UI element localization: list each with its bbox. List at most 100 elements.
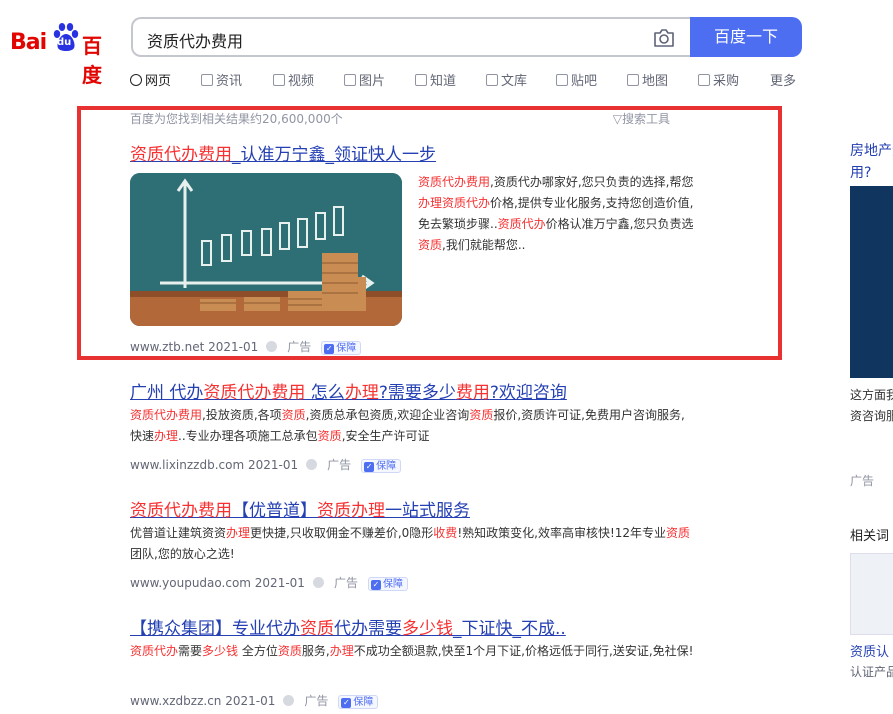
text-segment: !熟知政策变化,效率高审核快!12年专业 — [457, 526, 667, 540]
text-segment: 价格认准万宁鑫,您只负责选 — [545, 217, 694, 231]
text-segment: 【优普道】 — [232, 501, 317, 521]
text-segment: _下证快_不成.. — [453, 619, 566, 639]
tab-images[interactable]: 图片 — [344, 70, 385, 89]
guarantee-badge[interactable]: ✓ 保障 — [367, 577, 408, 591]
info-icon[interactable] — [266, 341, 278, 352]
guarantee-badge[interactable]: ✓ 保障 — [321, 341, 362, 355]
highlight-text: 资质代办费用 — [203, 383, 306, 403]
text-segment: 不成功全额退款,快至1个月下证,价格远低于同行,送安证,免社保! — [353, 644, 694, 658]
filter-icon: ▽ — [612, 112, 622, 126]
info-icon[interactable] — [283, 695, 295, 706]
highlight-text: 资质 — [666, 526, 691, 540]
related-heading: 相关词 — [850, 529, 890, 544]
highlight-text: 资质 — [300, 619, 334, 639]
result-source: www.ztb.net 2021-01 广告 ✓ 保障 — [130, 338, 362, 355]
text-segment: 广州 代办 — [130, 383, 204, 403]
result-title[interactable]: 资质代办费用【优普道】资质办理一站式服务 — [130, 496, 470, 521]
text-segment: ,安全生产许可证 — [341, 429, 430, 443]
related-image[interactable] — [850, 553, 893, 635]
text-segment: _认准万宁鑫_领证快人一步 — [232, 145, 436, 165]
result-source: www.youpudao.com 2021-01 广告 ✓ 保障 — [130, 574, 408, 591]
highlight-text: 办理 — [329, 644, 354, 658]
chart-coins-image — [130, 173, 402, 326]
tab-tieba[interactable]: 贴吧 — [556, 70, 597, 89]
result-source: www.xzdbzz.cn 2021-01 广告 ✓ 保障 — [130, 692, 379, 709]
info-icon[interactable] — [312, 577, 324, 588]
text-segment: ,我们就能帮您.. — [442, 238, 526, 252]
sidebar-ad-title[interactable]: 房地产资质代办费用? — [850, 140, 893, 184]
text-segment: 优普道让建筑资资 — [130, 526, 227, 540]
text-segment: ,资质代办哪家好,您只负责的选择,帮您 — [490, 175, 694, 189]
result-url[interactable]: www.ztb.net 2021-01 — [130, 340, 258, 354]
highlight-text: 办理 — [418, 196, 443, 210]
highlight-text: 收费 — [433, 526, 458, 540]
text-segment: 需要 — [178, 644, 203, 658]
related-subtext: 认证产品体系标准 — [850, 665, 893, 679]
search-input[interactable]: 资质代办费用 — [131, 17, 691, 57]
tab-video[interactable]: 视频 — [273, 70, 314, 89]
text-segment: ..专业办理各项施工总承包 — [178, 429, 318, 443]
tab-zhidao[interactable]: 知道 — [415, 70, 456, 89]
text-segment: 更快捷,只收取佣金不赚差价,0隐形 — [250, 526, 434, 540]
search-icon — [130, 74, 142, 86]
guarantee-badge[interactable]: ✓ 保障 — [338, 695, 379, 709]
tab-wenku[interactable]: 文库 — [486, 70, 527, 89]
check-icon: ✓ — [341, 698, 352, 708]
baidu-logo[interactable]: Bai du 百度 — [10, 20, 115, 87]
tab-web[interactable]: 网页 — [130, 70, 171, 89]
cart-icon — [698, 74, 710, 86]
result-description: 资质代办费用,资质代办哪家好,您只负责的选择,帮您办理资质代办价格,提供专业化服… — [418, 172, 694, 256]
logo-latin: Bai — [10, 30, 47, 55]
tab-purchase[interactable]: 采购 — [698, 70, 739, 89]
result-description: 资质代办需要多少钱 全方位资质服务,办理不成功全额退款,快至1个月下证,价格远低… — [130, 641, 695, 662]
result-source: www.lixinzzdb.com 2021-01 广告 ✓ 保障 — [130, 456, 402, 473]
text-segment: 怎么 — [305, 383, 345, 403]
highlight-text: 办理 — [344, 383, 379, 403]
highlight-text: 办理 — [154, 429, 179, 443]
related-link[interactable]: 资质认 — [850, 641, 889, 660]
result-thumbnail[interactable] — [130, 173, 402, 326]
result-url[interactable]: www.lixinzzdb.com 2021-01 — [130, 458, 298, 472]
highlight-text: 费用 — [455, 383, 490, 403]
text-segment: ,资质总承包资质,欢迎企业咨询 — [305, 408, 470, 422]
text-segment: 全方位 — [238, 644, 278, 658]
result-title[interactable]: 【携众集团】专业代办资质代办需要多少钱_下证快_不成.. — [130, 614, 566, 639]
sidebar-ad-image[interactable] — [850, 186, 893, 378]
ad-label: 广告 — [333, 576, 358, 590]
info-icon[interactable] — [306, 459, 318, 470]
highlight-text: 资质代办费用 — [130, 501, 232, 521]
news-icon — [201, 74, 213, 86]
text-segment: 一站式服务 — [385, 501, 470, 521]
highlight-text: 资质 — [281, 408, 306, 422]
result-title[interactable]: 资质代办费用_认准万宁鑫_领证快人一步 — [130, 140, 436, 165]
tab-more[interactable]: 更多 — [770, 70, 796, 89]
sidebar-ad-text: 这方面我们中量信联合资咨询服务宗旨,以 — [850, 388, 893, 423]
result-count: 百度为您找到相关结果约20,600,000个 — [130, 112, 343, 126]
text-segment: 团队,您的放心之选! — [130, 547, 235, 561]
check-icon: ✓ — [364, 462, 375, 472]
highlight-text: 资质 — [418, 238, 443, 252]
document-icon — [486, 74, 498, 86]
camera-icon[interactable] — [653, 28, 675, 48]
highlight-text: 资质代办 — [130, 644, 179, 658]
ad-label: 广告 — [287, 340, 312, 354]
result-description: 资质代办费用,投放资质,各项资质,资质总承包资质,欢迎企业咨询资质报价,资质许可… — [130, 405, 695, 447]
video-icon — [273, 74, 285, 86]
image-icon — [344, 74, 356, 86]
highlight-text: 资质代办 — [497, 217, 546, 231]
highlight-text: 办理 — [226, 526, 251, 540]
ad-label: 广告 — [304, 694, 329, 708]
tieba-icon — [556, 74, 568, 86]
result-url[interactable]: www.xzdbzz.cn 2021-01 — [130, 694, 275, 708]
guarantee-badge[interactable]: ✓ 保障 — [361, 459, 402, 473]
question-icon — [415, 74, 427, 86]
highlight-text: 资质代办费用 — [130, 408, 203, 422]
ad-label: 广告 — [327, 458, 352, 472]
tab-news[interactable]: 资讯 — [201, 70, 242, 89]
result-title[interactable]: 广州 代办资质代办费用 怎么办理?需要多少费用?欢迎咨询 — [130, 378, 567, 403]
search-tools-button[interactable]: ▽搜索工具 — [613, 110, 670, 127]
tab-map[interactable]: 地图 — [627, 70, 668, 89]
search-button[interactable]: 百度一下 — [690, 17, 802, 57]
result-meta: 百度为您找到相关结果约20,600,000个 ▽搜索工具 — [130, 110, 670, 127]
result-url[interactable]: www.youpudao.com 2021-01 — [130, 576, 305, 590]
